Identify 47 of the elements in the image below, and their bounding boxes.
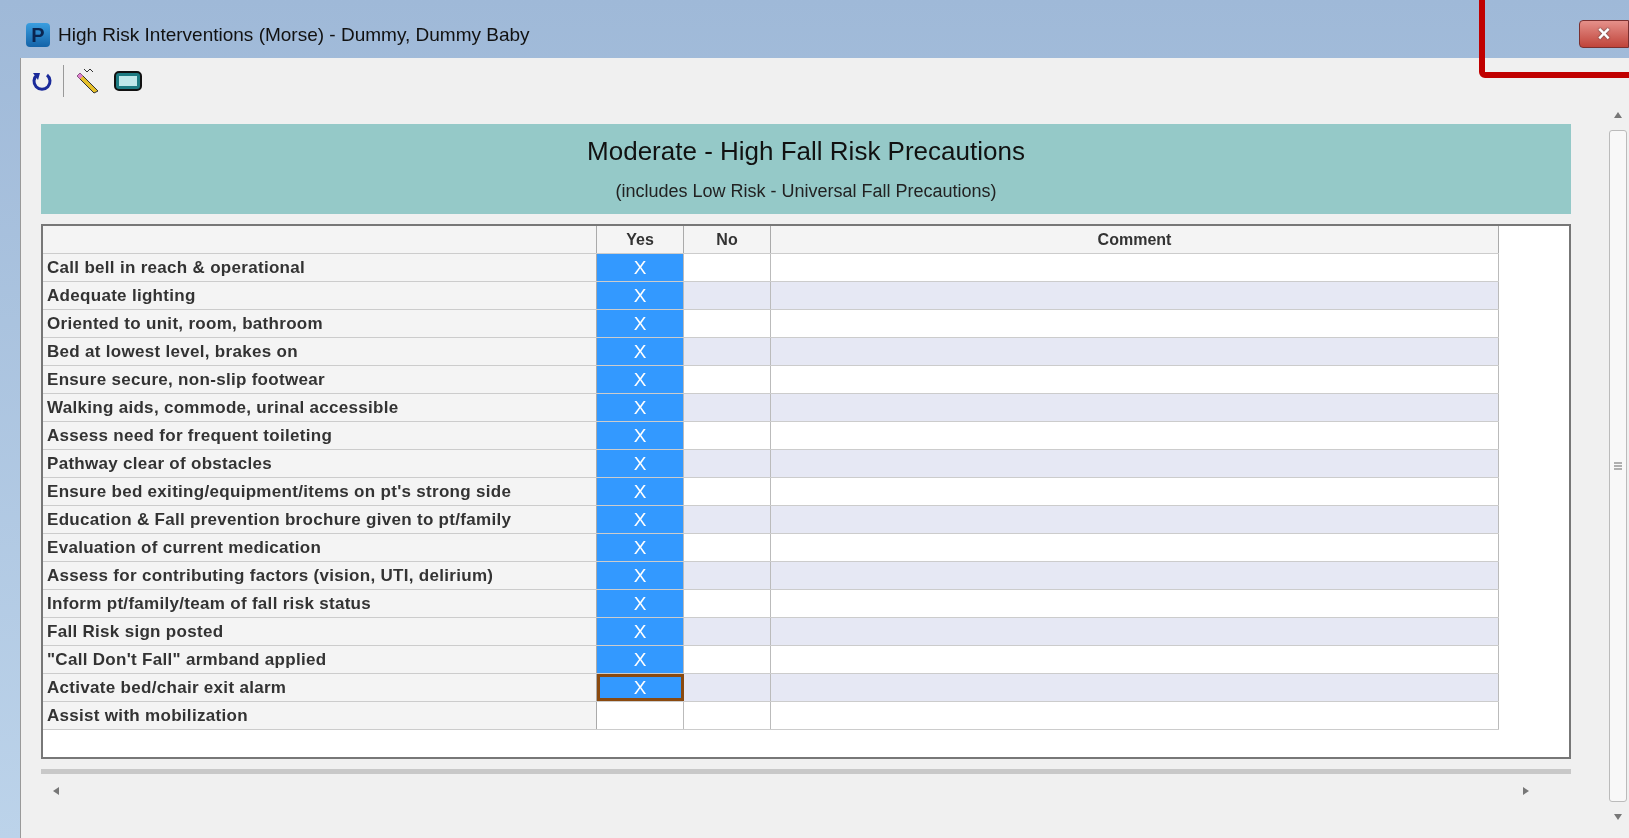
column-header: No — [684, 226, 771, 253]
row-label: Assist with mobilization — [43, 702, 597, 729]
section-title: Moderate - High Fall Risk Precautions — [587, 136, 1025, 167]
window-title: High Risk Interventions (Morse) - Dummy, Dummy Baby — [58, 24, 530, 46]
app-icon: P — [26, 23, 50, 47]
refresh-icon[interactable] — [31, 70, 53, 92]
scroll-up-icon[interactable] — [1613, 110, 1623, 120]
yes-cell[interactable]: X — [597, 282, 684, 309]
scroll-right-icon[interactable] — [1521, 786, 1531, 796]
row-label: Call bell in reach & operational — [43, 254, 597, 281]
row-label: Evaluation of current medication — [43, 534, 597, 561]
yes-cell[interactable]: X — [597, 478, 684, 505]
yes-cell[interactable]: X — [597, 618, 684, 645]
section-subtitle: (includes Low Risk - Universal Fall Precautions) — [615, 181, 997, 202]
column-header: Comment — [771, 226, 1499, 253]
yes-cell[interactable]: X — [597, 506, 684, 533]
row-label: Oriented to unit, room, bathroom — [43, 310, 597, 337]
column-header: Yes — [597, 226, 684, 253]
row-label: Adequate lighting — [43, 282, 597, 309]
row-label: Inform pt/family/team of fall risk status — [43, 590, 597, 617]
yes-cell[interactable]: X — [597, 422, 684, 449]
row-label: Assess need for frequent toileting — [43, 422, 597, 449]
row-label: Bed at lowest level, brakes on — [43, 338, 597, 365]
scroll-left-icon[interactable] — [51, 786, 61, 796]
yes-cell[interactable]: X — [597, 646, 684, 673]
row-label: Fall Risk sign posted — [43, 618, 597, 645]
yes-cell[interactable]: X — [597, 254, 684, 281]
yes-cell[interactable]: X — [597, 310, 684, 337]
row-label: Ensure secure, non-slip footwear — [43, 366, 597, 393]
yes-cell[interactable]: X — [597, 366, 684, 393]
row-label: Activate bed/chair exit alarm — [43, 674, 597, 701]
row-label: "Call Don't Fall" armband applied — [43, 646, 597, 673]
row-label: Ensure bed exiting/equipment/items on pt's strong side — [43, 478, 597, 505]
row-label: Education & Fall prevention brochure given to pt/family — [43, 506, 597, 533]
row-label: Pathway clear of obstacles — [43, 450, 597, 477]
keyboard-icon[interactable] — [114, 70, 142, 92]
row-label: Assess for contributing factors (vision, UTI, delirium) — [43, 562, 597, 589]
scroll-down-icon[interactable] — [1613, 812, 1623, 822]
yes-cell[interactable]: X — [597, 590, 684, 617]
yes-cell[interactable]: X — [597, 674, 684, 701]
row-label: Walking aids, commode, urinal accessible — [43, 394, 597, 421]
yes-cell[interactable]: X — [597, 338, 684, 365]
yes-cell[interactable]: X — [597, 534, 684, 561]
yes-cell[interactable]: X — [597, 450, 684, 477]
close-button[interactable]: × — [1579, 20, 1629, 48]
yes-cell[interactable]: X — [597, 394, 684, 421]
yes-cell[interactable]: X — [597, 562, 684, 589]
